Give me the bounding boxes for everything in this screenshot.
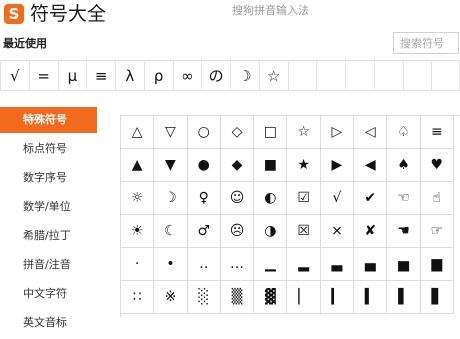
symbol-cell[interactable]: ♥ — [420, 149, 454, 182]
recent-symbol[interactable]: ∞ — [172, 60, 202, 91]
sidebar-item-punctuation[interactable]: 标点符号 — [0, 136, 97, 162]
recent-symbol[interactable]: μ — [57, 60, 87, 91]
symbol-cell[interactable]: ☞ — [420, 215, 454, 248]
symbol-cell[interactable]: ▆ — [420, 248, 454, 281]
symbol-cell[interactable]: ▁ — [254, 248, 288, 281]
symbol-cell[interactable]: ▽ — [154, 116, 188, 149]
symbol-cell[interactable]: ♀ — [187, 182, 221, 215]
recent-symbol-empty[interactable] — [373, 60, 403, 91]
sidebar-item-special-symbols[interactable]: 特殊符号 — [0, 107, 97, 133]
app-subtitle: 搜狗拼音输入法 — [232, 4, 309, 17]
recent-symbol[interactable]: ≡ — [86, 60, 115, 91]
symbol-cell[interactable]: ♂ — [187, 215, 221, 248]
symbol-cell[interactable]: ☹ — [220, 215, 255, 248]
symbol-cell[interactable]: ▲ — [121, 149, 155, 182]
recent-symbol[interactable]: ☽ — [230, 60, 259, 91]
symbol-cell[interactable]: ▌ — [387, 281, 421, 314]
recent-symbol[interactable]: = — [28, 60, 58, 91]
symbol-cell[interactable]: ◇ — [220, 116, 255, 149]
symbol-cell[interactable]: ▷ — [320, 116, 355, 149]
symbol-cell[interactable]: ≡ — [420, 116, 454, 149]
recent-symbol[interactable]: ρ — [143, 60, 173, 91]
category-sidebar: 特殊符号 标点符号 数字序号 数学/单位 希腊/拉丁 拼音/注音 中文字符 英文… — [0, 107, 97, 339]
symbol-cell[interactable]: ◆ — [220, 149, 255, 182]
sidebar-item-greek-latin[interactable]: 希腊/拉丁 — [0, 223, 97, 249]
sidebar-item-pinyin-zhuyin[interactable]: 拼音/注音 — [0, 252, 97, 278]
recent-symbol-empty[interactable] — [316, 60, 345, 91]
symbol-cell[interactable]: △ — [121, 116, 155, 149]
recent-symbol-empty[interactable] — [402, 60, 432, 91]
sogou-logo-icon: S — [4, 4, 24, 24]
symbol-cell[interactable]: ☺ — [220, 182, 255, 215]
symbol-cell[interactable]: □ — [254, 116, 288, 149]
symbol-cell[interactable]: ▶ — [320, 149, 355, 182]
recent-symbol-empty[interactable] — [345, 60, 374, 91]
recent-symbol-empty[interactable] — [287, 60, 317, 91]
symbol-cell[interactable]: ★ — [287, 149, 321, 182]
symbol-cell[interactable]: ☒ — [287, 215, 321, 248]
symbol-cell[interactable]: ☼ — [121, 182, 155, 215]
symbol-cell[interactable]: ■ — [254, 149, 288, 182]
symbol-cell[interactable]: ※ — [154, 281, 188, 314]
symbol-cell[interactable]: √ — [320, 182, 355, 215]
symbol-cell[interactable]: ▒ — [220, 281, 255, 314]
symbol-cell[interactable]: ◁ — [354, 116, 388, 149]
symbol-cell[interactable]: … — [220, 248, 255, 281]
symbol-cell[interactable]: ▓ — [254, 281, 288, 314]
symbol-grid: △ ▽ ○ ◇ □ ☆ ▷ ◁ ♤ ≡ ▲ ▼ ● ◆ ■ ★ ▶ ◀ ♠ ♥ ☼ ☽ ♀ ☺ ◐ ☑ √ ✔ ☜ ☝ ☀ ☾ ♂ ☹ ◑ ☒ × ✘ ☚ ☞… — [120, 115, 460, 317]
symbol-cell[interactable]: ☚ — [387, 215, 421, 248]
symbol-cell[interactable]: ✔ — [354, 182, 388, 215]
recent-symbol[interactable]: λ — [115, 60, 144, 91]
symbol-cell[interactable]: ▼ — [154, 149, 188, 182]
sidebar-item-math-units[interactable]: 数学/单位 — [0, 194, 97, 220]
recent-symbol[interactable]: ☆ — [258, 60, 288, 91]
symbol-cell[interactable]: ◀ — [354, 149, 388, 182]
sidebar-item-english-phonetics[interactable]: 英文音标 — [0, 310, 97, 336]
symbol-cell[interactable]: ☀ — [121, 215, 155, 248]
symbol-cell[interactable]: ◐ — [254, 182, 288, 215]
symbol-cell[interactable]: ☾ — [154, 215, 188, 248]
symbol-cell[interactable]: · — [121, 248, 155, 281]
symbol-cell[interactable]: ▂ — [287, 248, 321, 281]
symbol-cell[interactable]: ○ — [187, 116, 221, 149]
symbol-cell[interactable]: ▃ — [320, 248, 355, 281]
symbol-cell[interactable]: ▅ — [387, 248, 421, 281]
symbol-cell[interactable]: ☑ — [287, 182, 321, 215]
symbol-cell[interactable]: ▍ — [354, 281, 388, 314]
recent-symbol[interactable]: √ — [0, 60, 29, 91]
symbol-cell[interactable]: ∷ — [121, 281, 155, 314]
symbol-cell[interactable]: • — [154, 248, 188, 281]
symbol-cell[interactable]: ♠ — [387, 149, 421, 182]
symbol-cell[interactable]: ▄ — [354, 248, 388, 281]
symbol-cell[interactable]: ♤ — [387, 116, 421, 149]
symbol-cell[interactable]: ▎ — [320, 281, 355, 314]
symbol-cell[interactable]: ☜ — [387, 182, 421, 215]
symbol-cell[interactable]: ‥ — [187, 248, 221, 281]
symbol-cell[interactable]: × — [320, 215, 355, 248]
sidebar-item-chinese-chars[interactable]: 中文字符 — [0, 281, 97, 307]
recent-symbol-empty[interactable] — [431, 60, 460, 91]
symbol-cell[interactable]: ▋ — [420, 281, 454, 314]
symbol-cell[interactable]: ☽ — [154, 182, 188, 215]
sidebar-item-numbering[interactable]: 数字序号 — [0, 165, 97, 191]
search-input[interactable] — [393, 32, 459, 54]
symbol-cell[interactable]: ▏ — [287, 281, 321, 314]
app-title: 符号大全 — [30, 3, 107, 25]
symbol-cell[interactable]: ☆ — [287, 116, 321, 149]
symbol-cell[interactable]: ✘ — [354, 215, 388, 248]
symbol-cell[interactable]: ● — [187, 149, 221, 182]
recent-symbols-row: √ = μ ≡ λ ρ ∞ の ☽ ☆ — [0, 60, 460, 91]
symbol-cell[interactable]: ◑ — [254, 215, 288, 248]
recent-symbol[interactable]: の — [201, 60, 230, 91]
symbol-cell[interactable]: ░ — [187, 281, 221, 314]
recent-heading: 最近使用 — [3, 37, 47, 50]
symbol-cell[interactable]: ☝ — [420, 182, 454, 215]
